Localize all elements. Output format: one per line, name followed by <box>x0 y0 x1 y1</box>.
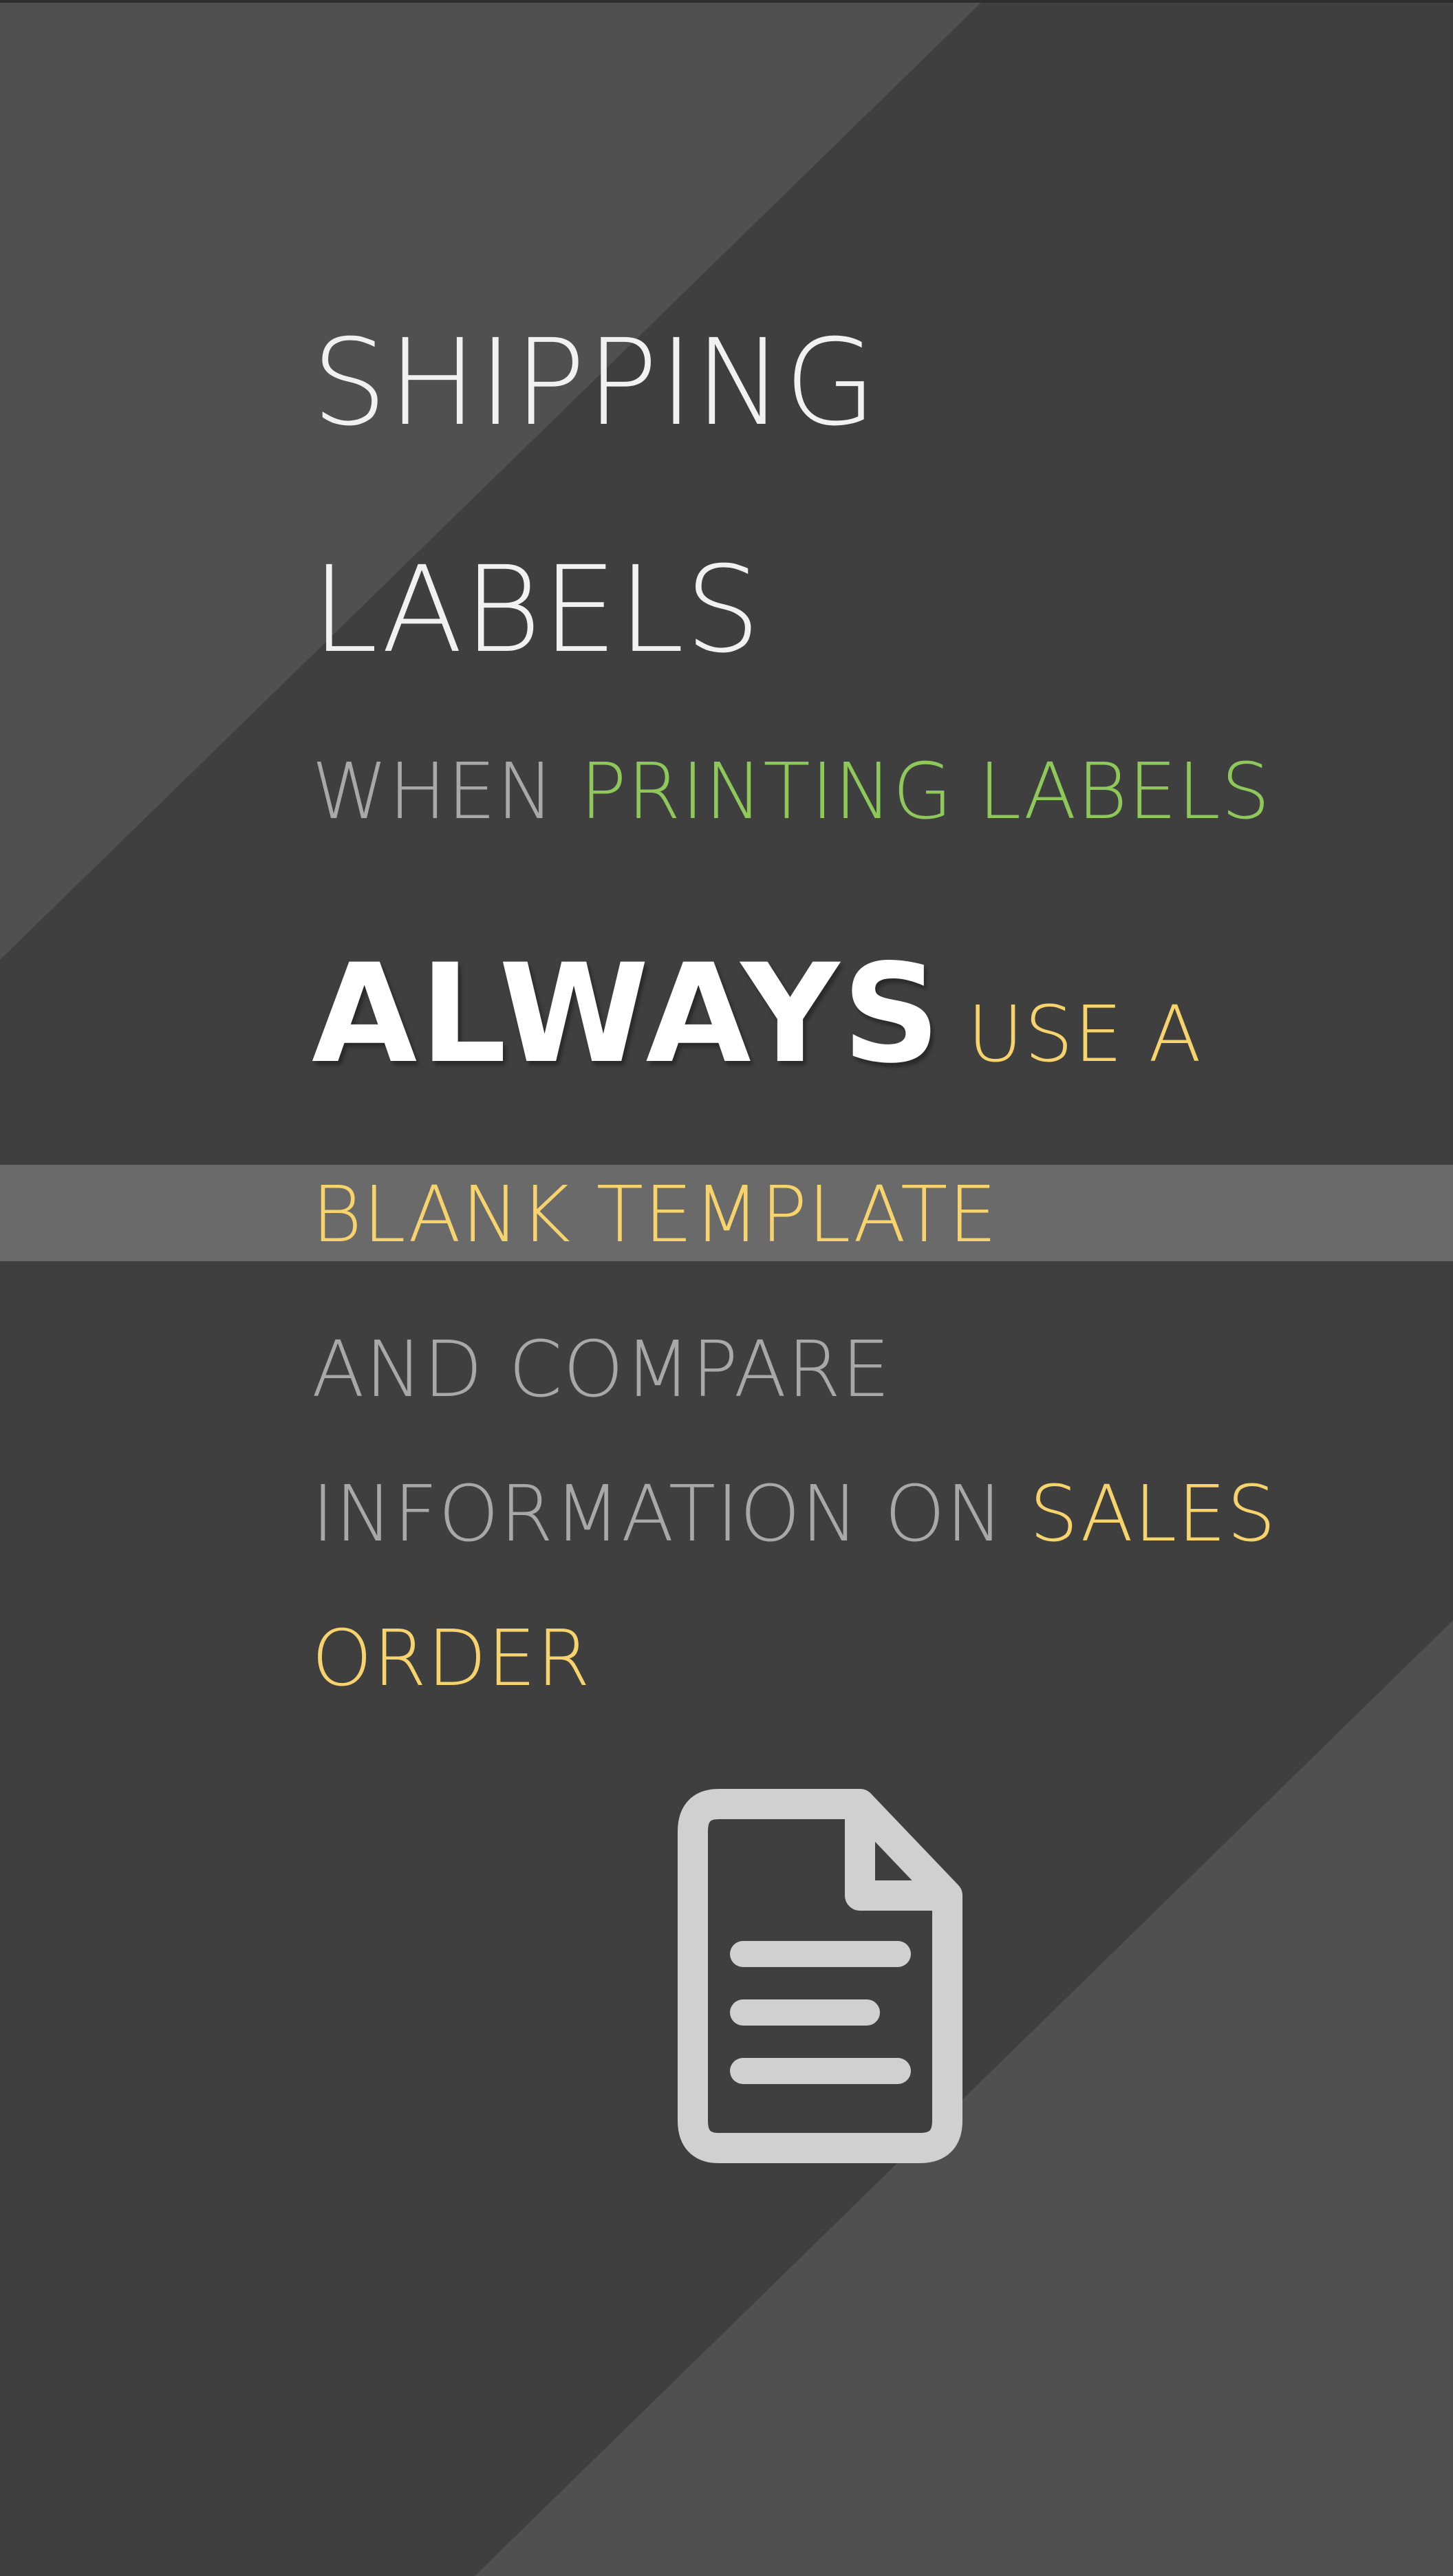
use-a-text: USE A <box>967 990 1202 1080</box>
when-text: WHEN <box>312 747 555 837</box>
when-line: WHEN PRINTING LABELS <box>312 753 1271 830</box>
always-line: ALWAYS USE A <box>312 946 1202 1082</box>
compare-line: AND COMPARE <box>312 1325 891 1415</box>
headline-line-2: LABELS <box>312 540 762 679</box>
document-icon <box>678 1789 962 2163</box>
always-text: ALWAYS <box>312 934 943 1093</box>
blank-template-line: BLANK TEMPLATE <box>312 1170 998 1260</box>
order-line: ORDER <box>312 1614 591 1704</box>
information-on-text: INFORMATION ON <box>312 1470 1004 1559</box>
printing-labels-text: PRINTING LABELS <box>580 747 1271 837</box>
headline-line-1: SHIPPING <box>312 313 878 452</box>
sales-text: SALES <box>1029 1470 1277 1559</box>
top-edge <box>0 0 1453 3</box>
information-line: INFORMATION ON SALES <box>312 1476 1276 1553</box>
